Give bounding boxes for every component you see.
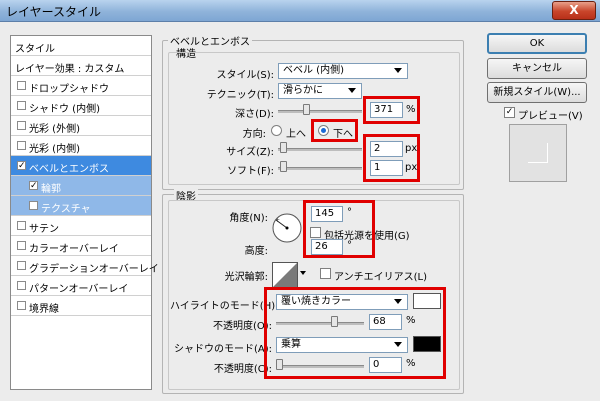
style-item-checkbox[interactable]	[29, 201, 38, 210]
style-list-item[interactable]: グラデーションオーバーレイ	[11, 256, 159, 276]
style-item-label: 境界線	[29, 304, 59, 315]
style-item-label: 光彩 (外側)	[29, 124, 80, 135]
style-list-item[interactable]: テクスチャ	[11, 196, 151, 216]
direction-up-label[interactable]: 上へ	[286, 125, 306, 140]
style-list-item[interactable]: パターンオーバーレイ	[11, 276, 151, 296]
style-item-label: パターンオーバーレイ	[29, 284, 129, 295]
direction-up-radio[interactable]	[271, 125, 282, 136]
chevron-down-icon[interactable]	[300, 271, 306, 275]
style-item-label: テクスチャ	[41, 204, 91, 215]
altitude-label: 高度:	[244, 246, 268, 257]
size-soften-highlight	[363, 134, 420, 182]
style-item-checkbox[interactable]: ✓	[29, 181, 38, 191]
ok-button[interactable]: OK	[487, 33, 587, 54]
depth-slider[interactable]	[278, 110, 362, 113]
style-list-item[interactable]: サテン	[11, 216, 151, 236]
style-list-item[interactable]: 光彩 (内側)	[11, 136, 151, 156]
angle-label: 角度(N):	[229, 213, 268, 224]
technique-select[interactable]: 滑らかに	[278, 83, 362, 99]
shadow-opacity-label: 不透明度(C):	[213, 364, 272, 375]
preview-bevel-shape	[528, 143, 548, 163]
depth-highlight	[363, 96, 420, 124]
modes-highlight	[264, 287, 446, 379]
style-list-item[interactable]: レイヤー効果 : カスタム	[11, 56, 151, 76]
style-list-item[interactable]: ✓ 輪郭	[11, 176, 151, 196]
window-title: レイヤースタイル	[6, 5, 102, 19]
soften-slider[interactable]	[278, 167, 362, 170]
soften-label: ソフト(F):	[227, 166, 274, 177]
style-item-label: グラデーションオーバーレイ	[29, 264, 159, 275]
depth-slider-knob[interactable]	[303, 104, 311, 115]
chevron-down-icon	[348, 88, 356, 93]
style-select[interactable]: ベベル (内側)	[278, 63, 408, 79]
style-select-value: ベベル (内側)	[283, 65, 344, 76]
soften-slider-knob[interactable]	[279, 161, 287, 172]
style-list-item[interactable]: ドロップシャドウ	[11, 76, 151, 96]
svg-text:+: +	[275, 217, 280, 224]
close-button[interactable]: X	[552, 1, 596, 20]
direction-label: 方向:	[242, 129, 266, 140]
style-list-item[interactable]: カラーオーバーレイ	[11, 236, 151, 256]
style-item-label: ベベルとエンボス	[29, 164, 109, 175]
style-item-checkbox[interactable]	[17, 241, 26, 250]
new-style-button[interactable]: 新規スタイル(W)...	[487, 82, 587, 103]
style-item-label: レイヤー効果 : カスタム	[15, 64, 125, 75]
style-list-item[interactable]: ✓ ベベルとエンボス	[11, 156, 151, 176]
highlight-opacity-label: 不透明度(O):	[212, 321, 272, 332]
direction-highlight	[311, 119, 358, 142]
style-item-checkbox[interactable]	[17, 121, 26, 130]
angle-altitude-highlight	[303, 200, 375, 258]
style-item-checkbox[interactable]	[17, 141, 26, 150]
style-item-label: 輪郭	[41, 184, 61, 195]
gloss-contour-preview[interactable]	[272, 262, 298, 288]
highlight-mode-label: ハイライトのモード(H):	[170, 301, 279, 312]
style-item-label: サテン	[29, 224, 59, 235]
style-item-checkbox[interactable]	[17, 101, 26, 110]
style-list: スタイル レイヤー効果 : カスタム ドロップシャドウ シャドウ (内側) 光彩 (外…	[10, 35, 159, 390]
style-list-item[interactable]: シャドウ (内側)	[11, 96, 151, 116]
cancel-button[interactable]: キャンセル	[487, 58, 587, 79]
style-item-label: ドロップシャドウ	[29, 84, 109, 95]
style-item-checkbox[interactable]	[17, 281, 26, 290]
chevron-down-icon	[394, 68, 402, 73]
style-label: スタイル(S):	[216, 70, 274, 81]
style-list-item[interactable]: 光彩 (外側)	[11, 116, 151, 136]
angle-dial[interactable]: +	[271, 212, 303, 244]
size-slider[interactable]	[278, 148, 362, 151]
style-item-checkbox[interactable]: ✓	[17, 161, 26, 171]
style-item-checkbox[interactable]	[17, 301, 26, 310]
antialias-label[interactable]: アンチエイリアス(L)	[334, 268, 427, 283]
depth-label: 深さ(D):	[235, 109, 274, 120]
antialias-checkbox[interactable]	[320, 268, 331, 279]
shadow-mode-label: シャドウのモード(A):	[173, 344, 272, 355]
size-slider-knob[interactable]	[279, 142, 287, 153]
style-item-checkbox[interactable]	[17, 81, 26, 90]
style-list-header[interactable]: スタイル	[11, 36, 151, 56]
style-list-header-label: スタイル	[15, 44, 55, 55]
technique-select-value: 滑らかに	[283, 85, 323, 96]
style-list-item[interactable]: 境界線	[11, 296, 151, 316]
style-item-checkbox[interactable]	[17, 221, 26, 230]
preview-checkbox[interactable]: ✓	[504, 107, 515, 118]
preview-swatch	[509, 124, 567, 182]
size-label: サイズ(Z):	[226, 147, 274, 158]
preview-label[interactable]: プレビュー(V)	[518, 107, 583, 122]
style-item-label: シャドウ (内側)	[29, 104, 100, 115]
title-bar[interactable]: レイヤースタイル X	[0, 0, 600, 22]
style-item-label: カラーオーバーレイ	[29, 244, 119, 255]
technique-label: テクニック(T):	[206, 90, 274, 101]
style-item-label: 光彩 (内側)	[29, 144, 80, 155]
gloss-contour-label: 光沢輪郭:	[224, 272, 268, 283]
style-item-checkbox[interactable]	[17, 261, 26, 270]
